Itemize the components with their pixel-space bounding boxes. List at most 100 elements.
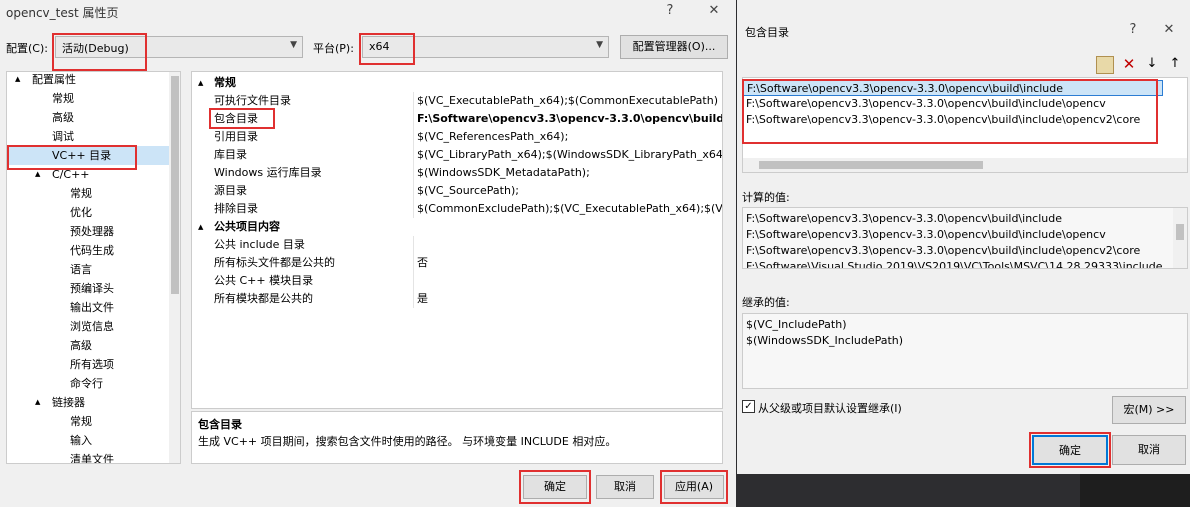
tree-item[interactable]: 高级	[7, 108, 169, 127]
highlight-vc-dirs	[7, 145, 137, 170]
property-value: $(VC_ReferencesPath_x64);	[417, 130, 569, 143]
tree-item[interactable]: 输出文件	[7, 298, 169, 317]
computed-scroll-thumb[interactable]	[1176, 224, 1184, 240]
include-dirs-dialog: 包含目录 ? ✕ ✕ ↓ ↑ F:\Software\opencv3.3\ope…	[737, 0, 1190, 474]
tree-item[interactable]: 浏览信息	[7, 317, 169, 336]
tree-item-label: 输入	[70, 434, 92, 447]
property-name: Windows 运行库目录	[214, 166, 322, 179]
description-panel: 包含目录 生成 VC++ 项目期间，搜索包含文件时使用的路径。 与环境变量 IN…	[191, 411, 723, 464]
tree-scrollbar[interactable]	[169, 72, 180, 463]
computed-scrollbar[interactable]	[1173, 208, 1187, 268]
tree-item-label: 常规	[52, 92, 74, 105]
property-row[interactable]: ▲ 公共项目内容	[192, 218, 722, 236]
tree-item[interactable]: 命令行	[7, 374, 169, 393]
property-row[interactable]: Windows 运行库目录 $(WindowsSDK_MetadataPath);	[192, 164, 722, 182]
property-value: $(WindowsSDK_MetadataPath);	[417, 166, 590, 179]
background-editor	[1080, 474, 1190, 507]
tree-item-label: 预编译头	[70, 282, 114, 295]
property-name: 引用目录	[214, 130, 258, 143]
list-hscrollbar[interactable]	[743, 158, 1187, 172]
property-row[interactable]: 公共 include 目录	[192, 236, 722, 254]
highlight-ok	[1029, 432, 1111, 468]
cancel-button[interactable]: 取消	[596, 475, 654, 499]
expander-icon[interactable]: ▲	[15, 72, 20, 89]
delete-icon[interactable]: ✕	[1119, 54, 1139, 74]
property-row[interactable]: ▲ 常规	[192, 74, 722, 92]
tree-item-label: 所有选项	[70, 358, 114, 371]
collapse-icon[interactable]: ▲	[198, 218, 203, 236]
tree-item-label: 链接器	[52, 396, 85, 409]
move-down-icon[interactable]: ↓	[1142, 54, 1162, 74]
property-name: 库目录	[214, 148, 247, 161]
property-row[interactable]: 库目录 $(VC_LibraryPath_x64);$(WindowsSDK_Li…	[192, 146, 722, 164]
inherited-label: 继承的值:	[742, 296, 790, 309]
property-row[interactable]: 所有模块都是公共的 是	[192, 290, 722, 308]
tree-item[interactable]: 常规	[7, 184, 169, 203]
column-divider	[413, 110, 414, 128]
property-name: 源目录	[214, 184, 247, 197]
property-value: $(VC_ExecutablePath_x64);$(CommonExecuta…	[417, 94, 718, 107]
property-value: $(VC_LibraryPath_x64);$(WindowsSDK_Libra…	[417, 148, 722, 161]
column-divider	[413, 128, 414, 146]
property-value: F:\Software\opencv3.3\opencv-3.3.0\openc…	[417, 112, 722, 125]
tree-scroll-thumb[interactable]	[171, 76, 179, 294]
computed-list: F:\Software\opencv3.3\opencv-3.3.0\openc…	[742, 207, 1188, 269]
column-divider	[413, 92, 414, 110]
list-hscroll-thumb[interactable]	[759, 161, 983, 169]
tree-item-label: 常规	[70, 187, 92, 200]
property-name: 所有标头文件都是公共的	[214, 256, 335, 269]
tree-item[interactable]: 代码生成	[7, 241, 169, 260]
property-row[interactable]: 源目录 $(VC_SourcePath);	[192, 182, 722, 200]
category-tree[interactable]: ▲ 配置属性 常规 高级 调试 VC++ 目录 ▲ C/C++ 常规 优化 预处理器 代码生成 语言 预编…	[6, 71, 181, 464]
help-button[interactable]: ?	[1123, 20, 1143, 40]
tree-item[interactable]: 预处理器	[7, 222, 169, 241]
property-row[interactable]: 引用目录 $(VC_ReferencesPath_x64);	[192, 128, 722, 146]
tree-item-label: 代码生成	[70, 244, 114, 257]
tree-item[interactable]: 常规	[7, 89, 169, 108]
tree-item[interactable]: 清单文件	[7, 450, 169, 464]
property-row[interactable]: 排除目录 $(CommonExcludePath);$(VC_Executable…	[192, 200, 722, 218]
expander-icon[interactable]: ▲	[35, 393, 40, 412]
property-name: 所有模块都是公共的	[214, 292, 313, 305]
tree-item-label: 浏览信息	[70, 320, 114, 333]
move-up-icon[interactable]: ↑	[1165, 54, 1185, 74]
description-text: 生成 VC++ 项目期间，搜索包含文件时使用的路径。 与环境变量 INCLUDE…	[198, 435, 617, 448]
close-button[interactable]: ✕	[1159, 20, 1179, 40]
property-row[interactable]: 所有标头文件都是公共的 否	[192, 254, 722, 272]
highlight-platform	[359, 33, 415, 65]
cancel-button[interactable]: 取消	[1112, 435, 1186, 465]
dialog-title: 包含目录	[745, 26, 789, 39]
inherit-checkbox[interactable]: ✓	[742, 400, 755, 413]
highlight-apply	[660, 470, 728, 504]
computed-entry: F:\Software\opencv3.3\opencv-3.3.0\openc…	[746, 244, 1141, 257]
property-row[interactable]: 公共 C++ 模块目录	[192, 272, 722, 290]
column-divider	[413, 254, 414, 272]
tree-item[interactable]: 高级	[7, 336, 169, 355]
tree-item[interactable]: 所有选项	[7, 355, 169, 374]
tree-item[interactable]: 语言	[7, 260, 169, 279]
inherit-checkbox-label: 从父级或项目默认设置继承(I)	[758, 402, 902, 415]
property-value: $(CommonExcludePath);$(VC_ExecutablePath…	[417, 202, 722, 215]
tree-item[interactable]: 调试	[7, 127, 169, 146]
inherited-entry: $(VC_IncludePath)	[746, 318, 847, 331]
help-button[interactable]: ?	[660, 1, 680, 21]
tree-item-label: 常规	[70, 415, 92, 428]
property-value: 否	[417, 256, 428, 269]
tree-item-label: 清单文件	[70, 453, 114, 464]
tree-item[interactable]: ▲ 配置属性	[7, 72, 169, 89]
new-folder-icon[interactable]	[1096, 56, 1114, 74]
tree-item[interactable]: 输入	[7, 431, 169, 450]
close-button[interactable]: ✕	[704, 1, 724, 21]
tree-item[interactable]: 优化	[7, 203, 169, 222]
tree-item-label: 输出文件	[70, 301, 114, 314]
column-divider	[413, 182, 414, 200]
config-manager-button[interactable]: 配置管理器(O)...	[620, 35, 728, 59]
tree-item[interactable]: 预编译头	[7, 279, 169, 298]
tree-item[interactable]: ▲ 链接器	[7, 393, 169, 412]
tree-item-label: 命令行	[70, 377, 103, 390]
macro-button[interactable]: 宏(M) >>	[1112, 396, 1186, 424]
tree-item[interactable]: 常规	[7, 412, 169, 431]
computed-entry: F:\Software\opencv3.3\opencv-3.3.0\openc…	[746, 228, 1106, 241]
tree-item-label: 语言	[70, 263, 92, 276]
collapse-icon[interactable]: ▲	[198, 74, 203, 92]
